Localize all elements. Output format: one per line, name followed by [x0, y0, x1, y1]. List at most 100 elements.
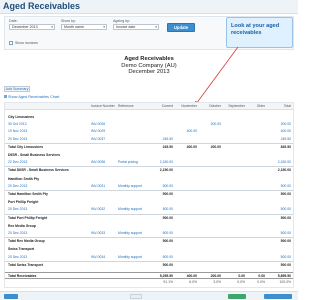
invoice-row[interactable]: 20 Dec 2013 INV-0037 245.50 245.50: [5, 136, 293, 143]
toolbar-button-export[interactable]: [228, 294, 246, 299]
cell-total: 500.00: [280, 262, 291, 267]
contact-group-row: Port Phillip Freight: [5, 199, 293, 206]
cell-total: 2,150.00: [277, 168, 291, 173]
cell-current: 500.00: [162, 239, 173, 244]
col-header-older: Older: [256, 104, 265, 108]
cell-older: 0.0%: [257, 280, 265, 285]
cell-september: 0.0%: [237, 280, 245, 285]
cell-invoice-number[interactable]: INV-0029: [91, 128, 116, 135]
cell-contact: Total Port Phillip Freight: [8, 215, 48, 220]
cell-reference: Monthly support: [118, 207, 143, 212]
toolbar-button-print[interactable]: [264, 294, 292, 299]
col-header-total: Total: [283, 104, 291, 108]
toolbar-button-primary[interactable]: [4, 294, 18, 299]
cell-total: 845.50: [280, 144, 291, 149]
grand-total-row: Total Receivables 5,295.50 400.00 200.00 0.0…: [5, 272, 293, 279]
cell-contact: Hamilton Smith Pty: [8, 176, 40, 181]
cell-contact: Swiss Transport: [8, 247, 35, 252]
col-header-invoice-number: Invoice Number: [91, 104, 115, 108]
col-header-reference: Reference: [118, 104, 134, 108]
cell-contact[interactable]: 20 Dec 2013: [8, 230, 88, 237]
cell-total: 500.00: [280, 215, 291, 220]
invoice-row[interactable]: 20 Dec 2013 INV-0034 Monthly support 500.00…: [5, 254, 293, 261]
cell-contact[interactable]: 20 Dec 2013: [8, 136, 88, 143]
show-chart-link[interactable]: Show Aged Receivables Chart: [4, 95, 59, 99]
cell-contact[interactable]: 19 Nov 2013: [8, 128, 88, 135]
contact-group-row: DIISR - Small Business Services: [5, 152, 293, 159]
col-header-september: September: [228, 104, 245, 108]
cell-invoice-number[interactable]: INV-0032: [91, 206, 116, 213]
cell-contact: Total City Limousines: [8, 144, 43, 149]
cell-october: 3.0%: [213, 280, 221, 285]
cell-invoice-number[interactable]: INV-0031: [91, 183, 116, 190]
table-header-row: Invoice Number Reference Current Novembe…: [5, 103, 293, 110]
contact-total-row: Total City Limousines 245.50 400.00 200.00 8…: [5, 142, 293, 150]
cell-current: 91.1%: [163, 280, 173, 285]
cell-current: 500.00: [162, 192, 173, 196]
invoice-row[interactable]: 22 Dec 2013 INV-0036 Portal pricing 2,150.0…: [5, 159, 293, 166]
contact-total-row: Total Port Phillip Freight 500.00 500.00: [5, 213, 293, 221]
cell-contact[interactable]: 30 Oct 2013: [8, 121, 88, 128]
cell-current: 500.00: [162, 254, 173, 259]
chart-icon: [4, 95, 7, 98]
cell-contact[interactable]: 22 Dec 2013: [8, 159, 88, 166]
invoice-row[interactable]: 20 Dec 2013 INV-0031 Monthly support 500.00…: [5, 183, 293, 190]
cell-total: 500.00: [280, 192, 291, 196]
contact-total-row: Total Rex Media Group 500.00 500.00: [5, 237, 293, 244]
cell-contact[interactable]: 20 Dec 2013: [8, 183, 88, 190]
cell-reference: Portal pricing: [118, 160, 138, 165]
show-chart-label: Show Aged Receivables Chart: [8, 95, 60, 99]
col-header-november: November: [181, 104, 197, 108]
cell-invoice-number[interactable]: INV-0036: [91, 159, 116, 166]
cell-november: 6.0%: [189, 280, 197, 285]
report-company: Demo Company (AU): [121, 62, 177, 69]
percentage-row: 91.1% 6.0% 3.0% 0.0% 0.0% 100.0%: [5, 279, 293, 286]
contact-group-row: Rex Media Group: [5, 223, 293, 230]
cell-invoice-number[interactable]: INV-0037: [91, 136, 116, 143]
cell-total: 100.0%: [279, 280, 292, 285]
cell-current: 245.50: [162, 144, 173, 149]
report-heading: Aged Receivables Demo Company (AU) Decem…: [0, 56, 298, 76]
contact-group-row: Hamilton Smith Pty: [5, 176, 293, 183]
report-title: Aged Receivables: [124, 56, 174, 62]
cell-total: 500.00: [280, 254, 291, 259]
cell-contact: City Limousines: [8, 115, 35, 119]
aged-receivables-table: Invoice Number Reference Current Novembe…: [4, 102, 294, 288]
invoice-row[interactable]: 20 Dec 2013 INV-0033 Monthly support 500.00…: [5, 230, 293, 237]
cell-november: 400.00: [186, 144, 197, 149]
contact-total-row: Total Hamilton Smith Pty 500.00 500.00: [5, 190, 293, 197]
cell-current: 245.50: [162, 136, 173, 141]
cell-contact[interactable]: 20 Dec 2013: [8, 206, 88, 213]
cell-total: 200.00: [280, 122, 291, 127]
cell-total: 500.00: [280, 207, 291, 212]
cell-current: 500.00: [162, 231, 173, 235]
cell-total: 400.00: [280, 129, 291, 134]
cell-total: 500.00: [280, 239, 291, 244]
toolbar-button-middle[interactable]: [130, 294, 142, 299]
cell-current: 2,150.00: [159, 160, 173, 165]
invoice-row[interactable]: 20 Dec 2013 INV-0032 Monthly support 500.00…: [5, 206, 293, 213]
cell-contact: Port Phillip Freight: [8, 200, 39, 205]
cell-contact[interactable]: 20 Dec 2013: [8, 254, 88, 261]
cell-current: 500.00: [162, 183, 173, 188]
cell-contact: Rex Media Group: [8, 223, 36, 228]
col-header-october: October: [208, 104, 221, 108]
bottom-toolbar: [0, 291, 298, 300]
cell-invoice-number[interactable]: INV-0026: [91, 121, 116, 128]
cell-current: 500.00: [162, 262, 173, 267]
report-period: December 2013: [128, 69, 170, 76]
cell-current: 2,150.00: [159, 168, 173, 173]
cell-reference: Monthly support: [118, 231, 143, 235]
invoice-row[interactable]: 19 Nov 2013 INV-0029 400.00 400.00: [5, 128, 293, 135]
cell-total: 2,150.00: [277, 160, 291, 165]
cell-invoice-number[interactable]: INV-0034: [91, 254, 116, 261]
cell-current: 500.00: [162, 215, 173, 220]
cell-contact: DIISR - Small Business Services: [8, 153, 61, 157]
invoice-row[interactable]: 30 Oct 2013 INV-0026 200.00 200.00: [5, 121, 293, 128]
add-summary-button[interactable]: Add Summary: [4, 86, 30, 92]
cell-reference: Monthly support: [118, 183, 143, 188]
cell-october: 200.00: [210, 122, 221, 127]
contact-group-row: Swiss Transport: [5, 246, 293, 253]
cell-invoice-number[interactable]: INV-0033: [91, 230, 116, 237]
cell-contact: Total Swiss Transport: [8, 262, 43, 267]
